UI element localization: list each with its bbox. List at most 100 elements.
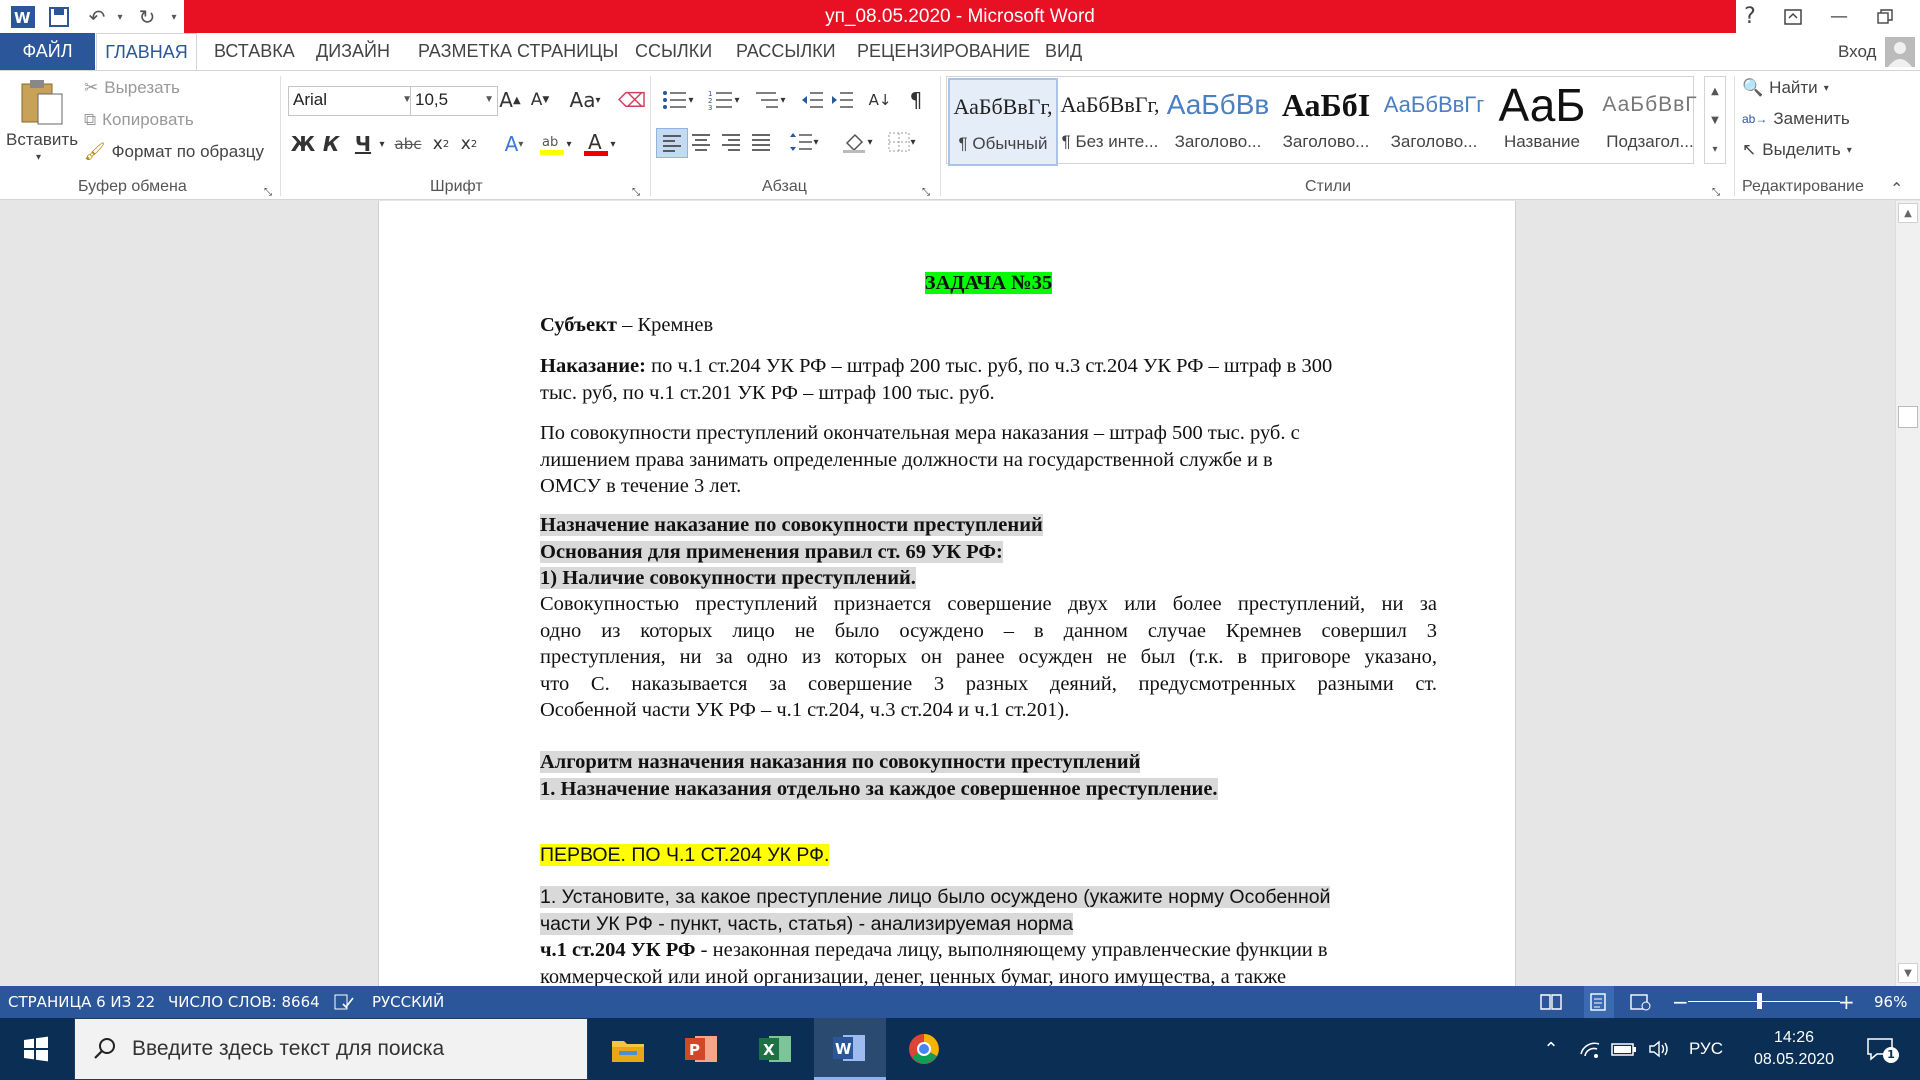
proofing-icon[interactable] <box>334 986 354 1018</box>
powerpoint-icon[interactable]: P <box>666 1018 738 1080</box>
find-button[interactable]: 🔍 Найти ▾ <box>1742 78 1829 98</box>
clear-formatting-icon[interactable]: ⌫ <box>618 86 646 114</box>
windows-start-icon[interactable] <box>0 1018 72 1080</box>
underline-button[interactable]: Ч <box>350 130 376 158</box>
decrease-indent-icon[interactable] <box>798 86 826 114</box>
paste-dropdown-icon[interactable]: ▾ <box>36 152 41 163</box>
justify-icon[interactable] <box>746 128 776 156</box>
sort-icon[interactable]: A↓ <box>866 86 894 114</box>
chrome-icon[interactable] <box>888 1018 960 1080</box>
zoom-slider-thumb[interactable] <box>1757 993 1762 1009</box>
vertical-scrollbar[interactable] <box>1895 201 1920 986</box>
select-button[interactable]: ↖ Выделить ▾ <box>1742 140 1852 160</box>
grow-font-icon[interactable]: A ▲ <box>496 86 524 114</box>
subscript-icon[interactable]: x2 <box>428 130 454 158</box>
line-spacing-icon[interactable]: ▾ <box>784 128 824 156</box>
more-styles-icon[interactable]: ▾ <box>1705 135 1725 164</box>
avatar[interactable] <box>1885 37 1915 67</box>
paste-button[interactable]: Вставить ▾ <box>6 76 78 166</box>
tab-review[interactable]: РЕЦЕНЗИРОВАНИЕ <box>857 33 1030 70</box>
shrink-font-icon[interactable]: A ▼ <box>526 86 554 114</box>
page-counter[interactable]: СТРАНИЦА 6 ИЗ 22 <box>8 986 155 1018</box>
tab-view[interactable]: ВИД <box>1045 33 1082 70</box>
style-subtitle[interactable]: АаБбВвГ Подзагол... <box>1597 78 1703 162</box>
web-layout-icon[interactable] <box>1630 986 1652 1018</box>
zoom-in-icon[interactable]: + <box>1838 986 1855 1018</box>
language-indicator[interactable]: РУССКИЙ <box>372 986 444 1018</box>
font-color-icon[interactable]: A ▾ <box>580 130 620 158</box>
zoom-slider[interactable] <box>1688 1001 1840 1002</box>
read-mode-icon[interactable] <box>1540 986 1562 1018</box>
copy-button[interactable]: ⧉ Копировать <box>84 110 194 130</box>
style-no-spacing[interactable]: АаБбВвГг, ¶ Без инте... <box>1057 78 1163 162</box>
battery-icon[interactable] <box>1608 1018 1640 1080</box>
input-language[interactable]: РУС <box>1684 1018 1728 1080</box>
align-center-icon[interactable] <box>686 128 716 156</box>
tab-insert[interactable]: ВСТАВКА <box>214 33 295 70</box>
wifi-icon[interactable] <box>1572 1018 1608 1080</box>
bold-button[interactable]: Ж <box>290 130 316 158</box>
align-left-icon[interactable] <box>656 128 688 158</box>
minimize-button[interactable]: — <box>1816 0 1862 33</box>
collapse-ribbon-icon[interactable]: ⌃ <box>1890 174 1903 202</box>
ribbon-display-options-icon[interactable] <box>1770 0 1816 33</box>
file-explorer-icon[interactable] <box>592 1018 664 1080</box>
style-heading-1[interactable]: АаБбВв Заголово... <box>1165 78 1271 162</box>
bullets-icon[interactable]: ▾ <box>658 86 698 114</box>
cut-button[interactable]: ✂ Вырезать <box>84 78 180 98</box>
styles-gallery-scroll[interactable]: ▲ ▼ ▾ <box>1704 76 1726 164</box>
word-taskbar-icon[interactable]: W <box>814 1018 886 1080</box>
redo-icon[interactable]: ↻ <box>132 4 162 30</box>
scroll-down-icon[interactable]: ▼ <box>1898 963 1918 983</box>
tab-page-layout[interactable]: РАЗМЕТКА СТРАНИЦЫ <box>418 33 618 70</box>
tab-design[interactable]: ДИЗАЙН <box>316 33 390 70</box>
tab-references[interactable]: ССЫЛКИ <box>635 33 712 70</box>
underline-dropdown-icon[interactable]: ▾ <box>376 130 388 158</box>
align-right-icon[interactable] <box>716 128 746 156</box>
volume-icon[interactable] <box>1642 1018 1676 1080</box>
style-normal[interactable]: АаБбВвГг, ¶ Обычный <box>948 78 1058 166</box>
numbering-icon[interactable]: 1 2 3 ▾ <box>704 86 744 114</box>
chevron-down-icon[interactable]: ▼ <box>1705 106 1725 135</box>
highlight-color-icon[interactable]: ab ▾ <box>536 130 576 158</box>
format-painter-button[interactable]: 🖌 Формат по образцу <box>84 142 264 162</box>
borders-icon[interactable]: ▾ <box>882 128 922 156</box>
tab-file[interactable]: ФАЙЛ <box>0 33 95 70</box>
font-size-box[interactable]: 10,5 ▼ <box>410 86 498 116</box>
word-app-icon[interactable]: W <box>8 4 38 30</box>
text-effects-icon[interactable]: A ▾ <box>494 130 534 158</box>
customize-quick-access-icon[interactable]: ▾ <box>166 4 182 30</box>
scrollbar-thumb[interactable] <box>1898 406 1918 428</box>
save-icon[interactable] <box>44 4 74 30</box>
change-case-icon[interactable]: Aa ▾ <box>566 86 604 114</box>
style-title[interactable]: АаБ Название <box>1489 78 1595 162</box>
word-count[interactable]: ЧИСЛО СЛОВ: 8664 <box>168 986 320 1018</box>
style-heading-2[interactable]: АаБбI Заголово... <box>1273 78 1379 162</box>
restore-button[interactable] <box>1862 0 1908 33</box>
clock[interactable]: 14:26 08.05.2020 <box>1744 1018 1844 1080</box>
italic-button[interactable]: К <box>318 130 344 158</box>
show-formatting-marks-icon[interactable]: ¶ <box>902 86 930 114</box>
paragraph-group-label: Абзац <box>762 178 807 195</box>
shading-icon[interactable]: ▾ <box>838 128 878 156</box>
scroll-up-icon[interactable]: ▲ <box>1898 203 1918 223</box>
print-layout-icon[interactable] <box>1584 986 1614 1018</box>
show-hidden-icons-icon[interactable]: ⌃ <box>1536 1018 1566 1080</box>
font-name-box[interactable]: Arial ▼ <box>288 86 416 116</box>
undo-icon[interactable]: ↶ <box>82 4 112 30</box>
chevron-up-icon[interactable]: ▲ <box>1705 77 1725 106</box>
zoom-level[interactable]: 96% <box>1874 986 1907 1018</box>
replace-button[interactable]: ab→ Заменить <box>1742 109 1850 129</box>
zoom-out-icon[interactable]: − <box>1672 986 1689 1018</box>
help-button[interactable]: ? <box>1730 0 1770 33</box>
superscript-icon[interactable]: x2 <box>456 130 482 158</box>
excel-icon[interactable]: X <box>740 1018 812 1080</box>
tab-mailings[interactable]: РАССЫЛКИ <box>736 33 836 70</box>
multilevel-list-icon[interactable]: ▾ <box>750 86 790 114</box>
strikethrough-button[interactable]: abc <box>392 130 424 158</box>
tab-home[interactable]: ГЛАВНАЯ <box>96 33 197 72</box>
increase-indent-icon[interactable] <box>828 86 856 114</box>
sign-in-link[interactable]: Вход <box>1838 33 1876 70</box>
style-heading-3[interactable]: АаБбВвГг Заголово... <box>1381 78 1487 162</box>
undo-dropdown-icon[interactable]: ▾ <box>112 4 128 30</box>
